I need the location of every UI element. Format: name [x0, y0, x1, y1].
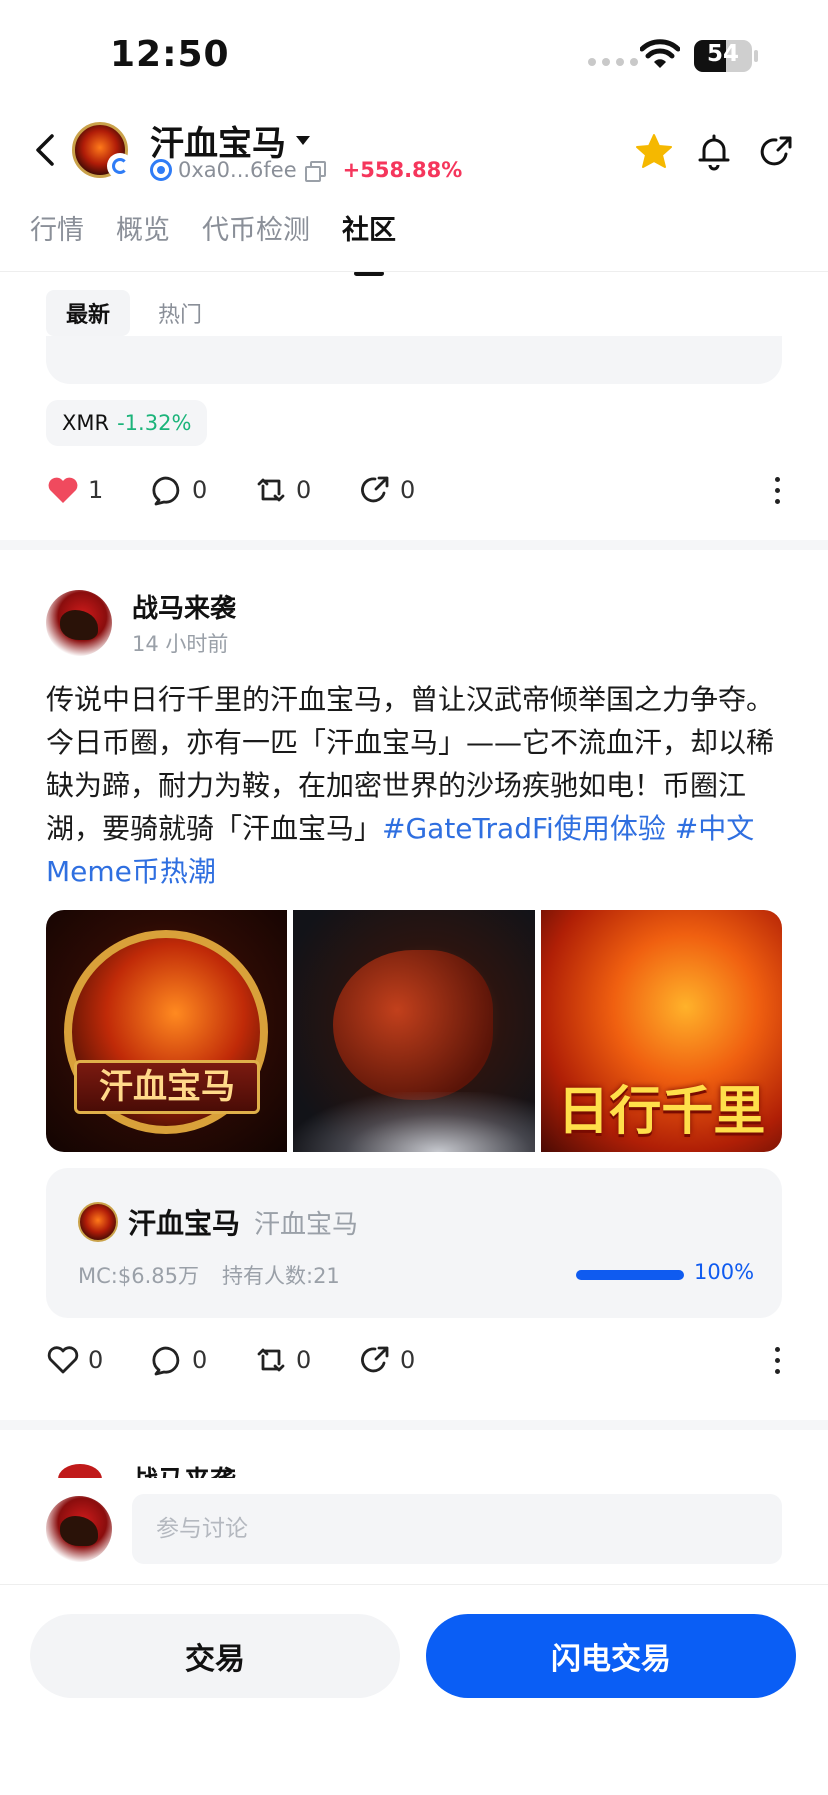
like-count: 0 — [88, 1346, 104, 1374]
comment-bar — [0, 1478, 828, 1590]
prev-post-actions: 1 0 0 0 — [46, 466, 782, 514]
user-avatar — [46, 1496, 112, 1562]
repost-button[interactable]: 0 — [254, 473, 358, 507]
progress-label: 100% — [694, 1260, 755, 1284]
feed-filter: 最新 热门 — [46, 290, 222, 336]
repost-icon — [257, 478, 285, 502]
repost-button[interactable]: 0 — [254, 1343, 358, 1377]
post-image[interactable]: 汗血宝马 — [46, 910, 288, 1152]
horse-figure — [333, 950, 494, 1100]
section-divider — [0, 1420, 828, 1430]
post-body: 传说中日行千里的汗血宝马，曾让汉武帝倾举国之力争夺。今日币圈，亦有一匹「汗血宝马… — [46, 678, 786, 893]
tab-bar: 行情 概览 代币检测 社区 — [30, 208, 396, 268]
tab-community[interactable]: 社区 — [342, 208, 396, 268]
tab-market[interactable]: 行情 — [30, 208, 84, 268]
repost-icon — [257, 1348, 285, 1372]
copy-icon[interactable] — [304, 161, 326, 182]
divider — [0, 1584, 828, 1585]
post-image[interactable] — [293, 910, 535, 1152]
post-image[interactable]: 日行千里 — [540, 910, 782, 1152]
comment-button[interactable]: 0 — [150, 473, 254, 507]
post-time: 14 小时前 — [132, 632, 229, 656]
status-time: 12:50 — [110, 34, 230, 75]
repost-count: 0 — [296, 476, 312, 504]
section-divider — [0, 540, 828, 550]
caret-down-icon — [296, 136, 310, 145]
heart-icon — [47, 1346, 79, 1374]
post-actions: 0 0 0 0 — [46, 1336, 782, 1384]
token-card-symbol: 汗血宝马 — [254, 1210, 359, 1240]
token-subline: 0xa0...6fee +558.88% — [150, 158, 462, 182]
comment-icon — [152, 476, 180, 506]
market-cap: MC:$6.85万 — [78, 1264, 199, 1288]
image-caption: 汗血宝马 — [74, 1060, 260, 1114]
image-caption: 日行千里 — [557, 1081, 766, 1142]
author-name[interactable]: 战马来袭 — [132, 588, 236, 625]
token-avatar[interactable] — [72, 122, 133, 179]
contract-address: 0xa0...6fee — [178, 158, 297, 182]
battery-level: 54 — [706, 41, 739, 67]
status-bar: 12:50 54 — [0, 0, 828, 110]
comment-button[interactable]: 0 — [150, 1343, 254, 1377]
token-card-name: 汗血宝马 — [128, 1207, 241, 1240]
prev-post-card[interactable] — [46, 336, 782, 384]
trade-button[interactable]: 交易 — [30, 1614, 400, 1698]
repost-count: 0 — [296, 1346, 312, 1374]
tab-token-check[interactable]: 代币检测 — [202, 208, 310, 268]
like-button[interactable]: 1 — [46, 473, 150, 507]
more-icon[interactable] — [772, 1346, 782, 1374]
holder-count: 持有人数:21 — [222, 1264, 340, 1288]
share-count: 0 — [400, 1346, 416, 1374]
like-count: 1 — [88, 476, 104, 504]
share-count: 0 — [400, 476, 416, 504]
comment-icon — [152, 1346, 180, 1376]
price-change: +558.88% — [342, 158, 463, 182]
progress-bar — [576, 1270, 684, 1280]
token-card[interactable]: 汗血宝马 汗血宝马 MC:$6.85万 持有人数:21 100% — [46, 1168, 782, 1318]
comment-input[interactable] — [132, 1494, 782, 1564]
share-icon — [361, 1346, 389, 1373]
token-avatar — [78, 1202, 118, 1242]
comment-count: 0 — [192, 476, 208, 504]
back-icon[interactable] — [28, 130, 62, 170]
coin-tag-change: -1.32% — [117, 411, 192, 435]
hashtag-link[interactable]: #GateTradFi使用体验 — [382, 812, 666, 845]
divider — [0, 271, 828, 272]
wifi-icon — [640, 39, 680, 68]
filter-latest[interactable]: 最新 — [46, 290, 131, 336]
more-icon[interactable] — [772, 476, 782, 504]
flash-trade-button[interactable]: 闪电交易 — [426, 1614, 796, 1698]
like-button[interactable]: 0 — [46, 1343, 150, 1377]
tab-overview[interactable]: 概览 — [116, 208, 170, 268]
coin-tag[interactable]: XMR -1.32% — [46, 400, 208, 446]
share-icon[interactable] — [756, 132, 796, 172]
share-button[interactable]: 0 — [358, 473, 462, 507]
author-avatar[interactable] — [46, 590, 112, 656]
share-button[interactable]: 0 — [358, 1343, 462, 1377]
heart-filled-icon — [48, 477, 78, 503]
filter-hot[interactable]: 热门 — [138, 290, 222, 336]
post-gallery: 汗血宝马 日行千里 — [46, 910, 782, 1152]
star-icon[interactable] — [634, 132, 674, 172]
bell-icon[interactable] — [694, 132, 734, 172]
share-icon — [361, 476, 389, 503]
chain-badge-icon — [107, 153, 133, 179]
battery-icon: 54 — [694, 40, 752, 72]
token-header: 汗血宝马 0xa0...6fee +558.88% — [0, 110, 828, 194]
coin-tag-symbol: XMR — [62, 411, 110, 435]
chain-icon — [150, 159, 172, 181]
cellular-signal-icon — [588, 58, 638, 66]
comment-count: 0 — [192, 1346, 208, 1374]
